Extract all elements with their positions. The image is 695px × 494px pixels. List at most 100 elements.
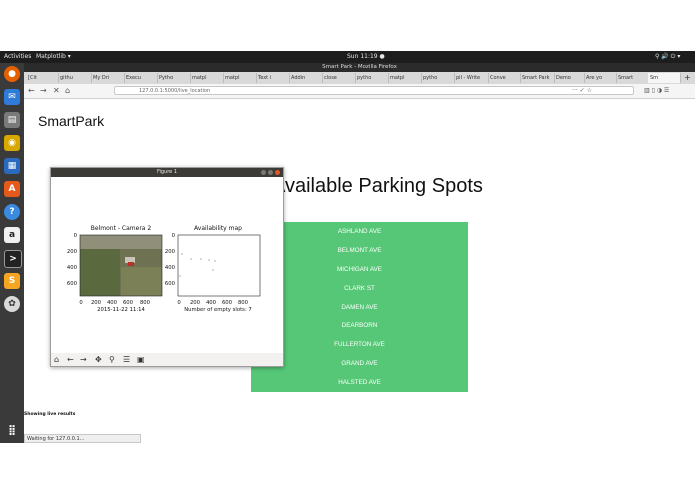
browser-window-title: Smart Park - Mozilla Firefox xyxy=(322,64,397,70)
availability-ytick: 0 xyxy=(172,233,176,239)
availability-xtick: 800 xyxy=(238,300,249,306)
empty-slots-label: Number of empty slots: 7 xyxy=(184,307,252,313)
browser-tab-active[interactable]: Sm xyxy=(648,73,681,83)
availability-ytick: 200 xyxy=(165,249,176,255)
availability-point xyxy=(208,259,210,261)
stop-icon[interactable]: ✕ xyxy=(53,85,60,97)
home-view-icon[interactable]: ⌂ xyxy=(54,354,59,365)
python-figure-icon[interactable]: ✿ xyxy=(4,296,20,312)
camera-image-car-red xyxy=(128,262,134,266)
availability-point xyxy=(214,260,216,262)
rhythmbox-icon[interactable]: ◉ xyxy=(4,135,20,151)
browser-tab[interactable]: Execu xyxy=(124,73,158,83)
availability-map xyxy=(177,234,261,297)
forward-view-icon[interactable]: → xyxy=(80,354,87,365)
browser-tab[interactable]: githu xyxy=(58,73,92,83)
camera-image-lot xyxy=(121,267,162,296)
camera-plot-title: Belmont - Camera 2 xyxy=(91,225,152,232)
close-icon[interactable] xyxy=(275,170,280,175)
navigation-bar: ← → ✕ ⌂ 127.0.0.1:5000/live_location ···… xyxy=(24,84,695,99)
pan-icon[interactable]: ✥ xyxy=(95,354,102,365)
camera-xtick: 200 xyxy=(91,300,102,306)
figure-window-title: Figure 1 xyxy=(156,169,178,175)
sublime-text-icon[interactable]: S xyxy=(4,273,20,289)
page-actions-icon[interactable]: ··· ✓ ☆ xyxy=(572,85,592,97)
activities-button[interactable]: Activities xyxy=(4,53,31,60)
software-center-icon[interactable]: A xyxy=(4,181,20,197)
camera-xtick: 600 xyxy=(123,300,134,306)
camera-timestamp: 2015-11-22 11:14 xyxy=(97,307,145,313)
availability-yticks: 0 200 400 600 xyxy=(165,233,176,287)
thunderbird-icon[interactable]: ✉ xyxy=(4,89,20,105)
maximize-icon[interactable] xyxy=(268,170,273,175)
toolbar-icons[interactable]: ▥ ▯ ◑ ☰ xyxy=(644,85,669,97)
browser-tab[interactable]: Conve xyxy=(488,73,521,83)
url-input[interactable]: 127.0.0.1:5000/live_location xyxy=(114,86,634,95)
camera-xtick: 0 xyxy=(79,300,83,306)
live-results-label: Showing live results xyxy=(24,412,76,417)
show-apps-icon[interactable]: ⣿ xyxy=(4,423,20,439)
browser-tab[interactable]: Are yo xyxy=(584,73,617,83)
availability-ytick: 400 xyxy=(165,265,176,271)
browser-tab[interactable]: Text i xyxy=(256,73,290,83)
availability-xtick: 0 xyxy=(177,300,181,306)
new-tab-icon[interactable]: + xyxy=(682,73,694,83)
subplots-config-icon[interactable]: ☰ xyxy=(123,354,130,365)
camera-image-road xyxy=(80,235,162,249)
clock[interactable]: Sun 11:19 ● xyxy=(347,53,385,60)
browser-tab[interactable]: matpl xyxy=(223,73,257,83)
figure-title-bar[interactable]: Figure 1 xyxy=(51,168,283,177)
dock: ● ✉ ▤ ◉ ▦ A ? a > S ✿ ⣿ xyxy=(0,63,24,443)
browser-tab[interactable]: matpl xyxy=(190,73,224,83)
home-icon[interactable]: ⌂ xyxy=(65,85,70,97)
save-figure-icon[interactable]: ▣ xyxy=(137,354,145,365)
camera-xtick: 800 xyxy=(140,300,151,306)
availability-point xyxy=(190,258,192,260)
availability-point xyxy=(179,275,181,277)
browser-tab[interactable]: Addin xyxy=(289,73,323,83)
availability-xtick: 200 xyxy=(190,300,201,306)
figure-canvas[interactable]: Belmont - Camera 2 0 200 400 600 0 200 4… xyxy=(51,177,283,353)
page-title: Available Parking Spots xyxy=(272,175,483,197)
availability-point xyxy=(212,269,214,271)
camera-yticks: 0 200 400 600 xyxy=(67,233,78,287)
browser-tab[interactable]: Smart Park xyxy=(520,73,555,83)
minimize-icon[interactable] xyxy=(261,170,266,175)
browser-tab[interactable]: matpl xyxy=(388,73,422,83)
amazon-icon[interactable]: a xyxy=(4,227,20,243)
browser-tab[interactable]: Demo xyxy=(554,73,585,83)
camera-xticks: 0 200 400 600 800 xyxy=(79,300,150,306)
browser-tab[interactable]: Pytho xyxy=(157,73,191,83)
browser-tab[interactable]: pil - Write xyxy=(454,73,489,83)
firefox-icon[interactable]: ● xyxy=(4,66,20,82)
help-icon[interactable]: ? xyxy=(4,204,20,220)
brand-logo-text[interactable]: SmartPark xyxy=(38,113,104,129)
availability-point xyxy=(200,258,202,260)
camera-xtick: 400 xyxy=(107,300,118,306)
files-icon[interactable]: ▤ xyxy=(4,112,20,128)
terminal-icon[interactable]: > xyxy=(4,250,22,268)
browser-tab[interactable]: [Cit xyxy=(26,73,59,83)
tab-strip: [Cit githu My Dri Execu Pytho matpl matp… xyxy=(24,72,695,84)
camera-ytick: 400 xyxy=(67,265,78,271)
forward-icon[interactable]: → xyxy=(40,85,47,97)
figure-window[interactable]: Figure 1 Belmont - Camera 2 0 200 400 60… xyxy=(50,167,284,367)
availability-point xyxy=(181,253,183,255)
back-icon[interactable]: ← xyxy=(28,85,35,97)
system-tray[interactable]: ⚲ 🔊 ⏻ ▾ xyxy=(655,53,680,61)
browser-tab[interactable]: close xyxy=(322,73,356,83)
app-menu[interactable]: Matplotlib ▾ xyxy=(36,53,71,60)
availability-xtick: 400 xyxy=(206,300,217,306)
browser-status: Waiting for 127.0.0.1... xyxy=(24,434,141,443)
zoom-icon[interactable]: ⚲ xyxy=(109,354,115,365)
browser-tab[interactable]: My Dri xyxy=(91,73,125,83)
system-top-bar: Activities Matplotlib ▾ Sun 11:19 ● ⚲ 🔊 … xyxy=(0,51,695,63)
browser-tab[interactable]: pytho xyxy=(421,73,455,83)
figure-plots: Belmont - Camera 2 0 200 400 600 0 200 4… xyxy=(67,225,261,313)
availability-xticks: 0 200 400 600 800 xyxy=(177,300,248,306)
back-view-icon[interactable]: ← xyxy=(67,354,74,365)
browser-tab[interactable]: Smart xyxy=(616,73,649,83)
writer-icon[interactable]: ▦ xyxy=(4,158,20,174)
spot-item[interactable]: HALSTED AVE xyxy=(251,379,468,386)
browser-tab[interactable]: pytho xyxy=(355,73,389,83)
